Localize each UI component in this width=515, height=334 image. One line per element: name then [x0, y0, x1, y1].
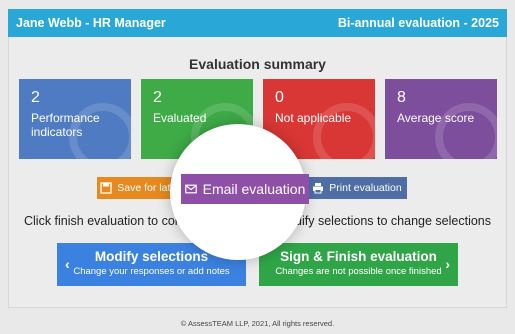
print-evaluation-button[interactable]: Print evaluation — [307, 177, 407, 199]
email-label: Email evaluation — [202, 181, 306, 197]
footer-copyright: © AssessTEAM LLP, 2021, All rights reser… — [180, 319, 335, 328]
app-header: Jane Webb - HR Manager Bi-annual evaluat… — [8, 9, 507, 37]
chevron-right-icon: › — [445, 256, 450, 272]
envelope-icon — [184, 184, 197, 194]
chevron-left-icon: ‹ — [65, 256, 70, 272]
card-performance-indicators: 2 Performance indicators — [19, 79, 131, 159]
finish-subtitle: Changes are not possible once finished — [275, 266, 442, 277]
print-label: Print evaluation — [329, 182, 402, 194]
card-average-score: 8 Average score — [385, 79, 497, 159]
summary-title: Evaluation summary — [189, 56, 326, 72]
evaluation-title: Bi-annual evaluation - 2025 — [337, 16, 499, 30]
email-evaluation-button[interactable]: Email evaluation — [181, 174, 309, 204]
save-icon — [100, 182, 112, 194]
finish-title: Sign & Finish evaluation — [280, 249, 437, 264]
print-icon — [313, 183, 324, 194]
instructions-right: modify selections to change selections — [277, 214, 491, 228]
modify-subtitle: Change your responses or add notes — [73, 266, 230, 277]
sign-finish-button[interactable]: Sign & Finish evaluation Changes are not… — [259, 243, 458, 286]
user-title: Jane Webb - HR Manager — [16, 16, 166, 30]
